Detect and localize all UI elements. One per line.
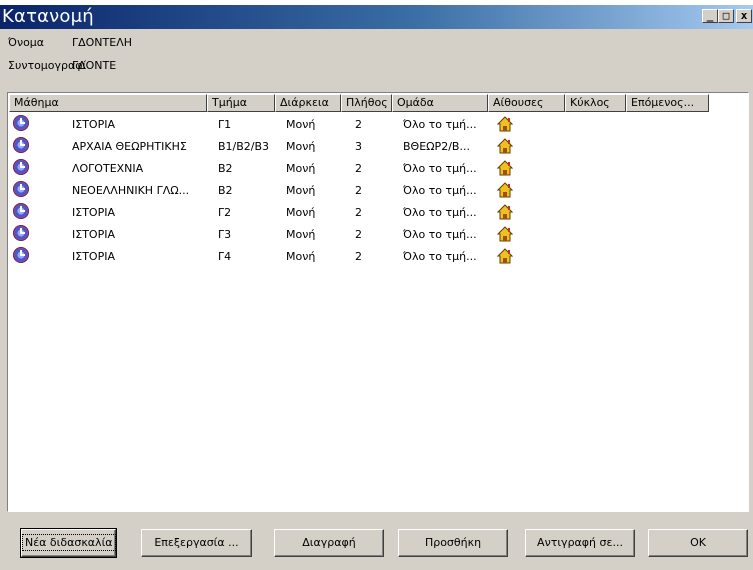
subject-cell: ΛΟΓΟΤΕΧΝΙΑ [72, 162, 144, 175]
duration-cell: Μονή [286, 206, 316, 219]
table-row[interactable]: ΙΣΤΟΡΙΑ Γ3 Μονή 2 Όλο το τμή... [9, 224, 747, 246]
group-cell: Όλο το τμή... [403, 228, 477, 241]
table-row[interactable]: ΙΣΤΟΡΙΑ Γ2 Μονή 2 Όλο το τμή... [9, 202, 747, 224]
ok-button[interactable]: OK [648, 529, 748, 557]
maximize-button[interactable]: □ [718, 9, 734, 23]
clock-icon [13, 225, 29, 241]
group-cell: ΒΘΕΩΡ2/Β... [403, 140, 470, 153]
section-cell: Β1/Β2/Β3 [218, 140, 270, 153]
count-cell: 3 [355, 140, 362, 153]
room-house-icon [497, 138, 513, 154]
duration-cell: Μονή [286, 184, 316, 197]
clock-icon [13, 247, 29, 263]
room-house-icon [497, 160, 513, 176]
group-cell: Όλο το τμή... [403, 118, 477, 131]
allocation-list[interactable]: Μάθημα Τμήμα Διάρκεια Πλήθος Ομάδα Αίθου… [7, 92, 749, 512]
count-cell: 2 [355, 250, 362, 263]
count-cell: 2 [355, 162, 362, 175]
group-cell: Όλο το τμή... [403, 162, 477, 175]
column-header-subject[interactable]: Μάθημα [9, 94, 207, 112]
room-house-icon [497, 182, 513, 198]
duration-cell: Μονή [286, 118, 316, 131]
section-cell: Β2 [218, 184, 233, 197]
subject-cell: ΙΣΤΟΡΙΑ [72, 206, 115, 219]
column-header-group[interactable]: Ομάδα [392, 94, 488, 112]
clock-icon [13, 203, 29, 219]
count-cell: 2 [355, 118, 362, 131]
column-header-next[interactable]: Επόμενος... [626, 94, 709, 112]
section-cell: Γ2 [218, 206, 232, 219]
group-cell: Όλο το τμή... [403, 250, 477, 263]
duration-cell: Μονή [286, 250, 316, 263]
column-header-duration[interactable]: Διάρκεια [275, 94, 341, 112]
section-cell: Γ1 [218, 118, 232, 131]
name-label: Όνομα [8, 36, 45, 49]
subject-cell: ΙΣΤΟΡΙΑ [72, 250, 115, 263]
room-house-icon [497, 226, 513, 242]
column-header-section[interactable]: Τμήμα [207, 94, 275, 112]
subject-cell: ΙΣΤΟΡΙΑ [72, 118, 115, 131]
subject-cell: ΑΡΧΑΙΑ ΘΕΩΡΗΤΙΚΗΣ [72, 140, 187, 153]
window-title: Κατανομή [2, 6, 94, 27]
count-cell: 2 [355, 228, 362, 241]
duration-cell: Μονή [286, 162, 316, 175]
count-cell: 2 [355, 184, 362, 197]
column-header-count[interactable]: Πλήθος [341, 94, 392, 112]
column-header-rooms[interactable]: Αίθουσες [488, 94, 565, 112]
new-teaching-label: Νέα διδασκαλία [22, 534, 116, 551]
table-row[interactable]: ΝΕΟΕΛΛΗΝΙΚΗ ΓΛΩ... Β2 Μονή 2 Όλο το τμή... [9, 180, 747, 202]
delete-button[interactable]: Διαγραφή [274, 529, 384, 557]
clock-icon [13, 181, 29, 197]
group-cell: Όλο το τμή... [403, 184, 477, 197]
abbreviation-value: ΓΔΟΝΤΕ [72, 59, 117, 72]
copy-to-button[interactable]: Αντιγραφή σε... [525, 529, 635, 557]
section-cell: Β2 [218, 162, 233, 175]
section-cell: Γ4 [218, 250, 232, 263]
room-house-icon [497, 116, 513, 132]
table-row[interactable]: ΙΣΤΟΡΙΑ Γ1 Μονή 2 Όλο το τμή... [9, 114, 747, 136]
room-house-icon [497, 248, 513, 264]
section-cell: Γ3 [218, 228, 232, 241]
table-row[interactable]: ΙΣΤΟΡΙΑ Γ4 Μονή 2 Όλο το τμή... [9, 246, 747, 268]
add-button[interactable]: Προσθήκη [398, 529, 508, 557]
name-value: ΓΔΟΝΤΕΛΗ [72, 36, 133, 49]
table-row[interactable]: ΑΡΧΑΙΑ ΘΕΩΡΗΤΙΚΗΣ Β1/Β2/Β3 Μονή 3 ΒΘΕΩΡ2/Β..… [9, 136, 747, 158]
duration-cell: Μονή [286, 228, 316, 241]
clock-icon [13, 115, 29, 131]
allocation-dialog: Κατανομή _ □ x Όνομα ΓΔΟΝΤΕΛΗ Συντομογρα… [0, 5, 753, 570]
title-bar[interactable]: Κατανομή _ □ x [0, 5, 753, 29]
clock-icon [13, 137, 29, 153]
minimize-button[interactable]: _ [702, 9, 718, 23]
duration-cell: Μονή [286, 140, 316, 153]
new-teaching-button[interactable]: Νέα διδασκαλία [20, 528, 117, 558]
clock-icon [13, 159, 29, 175]
table-row[interactable]: ΛΟΓΟΤΕΧΝΙΑ Β2 Μονή 2 Όλο το τμή... [9, 158, 747, 180]
edit-button[interactable]: Επεξεργασία ... [141, 529, 252, 557]
count-cell: 2 [355, 206, 362, 219]
close-button[interactable]: x [736, 9, 752, 23]
room-house-icon [497, 204, 513, 220]
column-header-cycle[interactable]: Κύκλος [565, 94, 626, 112]
subject-cell: ΝΕΟΕΛΛΗΝΙΚΗ ΓΛΩ... [72, 184, 190, 197]
group-cell: Όλο το τμή... [403, 206, 477, 219]
subject-cell: ΙΣΤΟΡΙΑ [72, 228, 115, 241]
